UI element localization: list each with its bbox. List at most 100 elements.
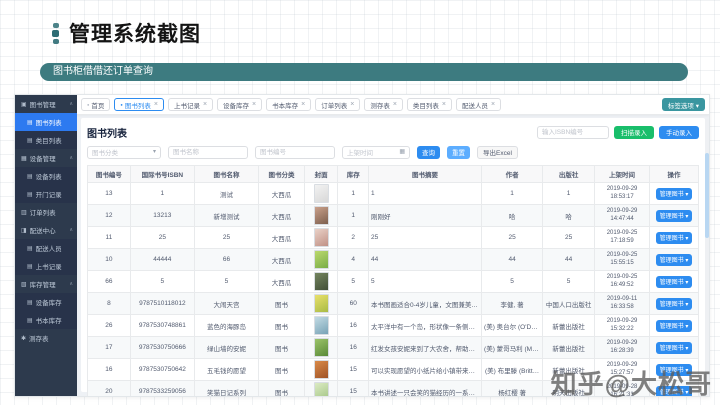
card-header-controls: 扫描录入 手动录入 [537, 125, 699, 139]
tab-dot-icon: ● [87, 101, 90, 107]
column-header: 库存 [337, 165, 369, 183]
cell-name: 五毛钱的愿望 [193, 358, 260, 381]
tab-书本库存[interactable]: 书本库存 × [266, 98, 312, 111]
cell-stock: 5 [337, 270, 369, 293]
cell-category: 图书 [258, 314, 305, 337]
close-icon[interactable]: × [491, 101, 495, 108]
cell-publisher: 25 [542, 226, 596, 249]
tab-label: 首页 [91, 102, 105, 110]
cell-author: 李健, 著 [481, 292, 544, 315]
book-cover-thumb [313, 360, 329, 379]
table-header-row: 图书编号 国际书号ISBN 图书名称 图书分类 封面 库存 图书摘要 作者 出版社 上架时间 操作 [87, 165, 699, 183]
title-bullet-icon [52, 22, 59, 44]
manage-book-button[interactable]: 管理图书 ▾ [655, 209, 693, 222]
category-select[interactable]: 图书分类 ▾ [87, 145, 161, 159]
cell-cover [303, 248, 339, 271]
close-icon[interactable]: × [154, 101, 158, 108]
cell-author: (美) 奥台尔 (O'Del… [481, 314, 544, 337]
manage-book-button[interactable]: 管理图书 ▾ [655, 275, 693, 288]
book-code-input[interactable] [255, 145, 335, 159]
cell-id: 10 [87, 248, 131, 271]
cell-summary: 本书讲述一只会笑的猫经历的一系列故事… [367, 380, 483, 396]
sidebar-item-label: 配送中心 [29, 228, 56, 235]
isbn-quick-input[interactable] [537, 125, 609, 139]
manage-book-button[interactable]: 管理图书 ▾ [655, 231, 693, 244]
tab-首页[interactable]: ● 首页 [81, 98, 111, 111]
scrollbar-thumb[interactable] [705, 153, 709, 238]
sidebar-item-配送人员[interactable]: ▤ 配送人员 [15, 239, 77, 257]
column-header: 出版社 [542, 165, 596, 183]
shelf-date-input[interactable]: 上架时间 ▦ [342, 145, 410, 159]
cell-time: 2019-09-25 16:49:52 [594, 270, 651, 293]
page-title: 管理系统截图 [69, 23, 201, 46]
close-icon[interactable]: × [252, 101, 256, 108]
sidebar-item-配送中心[interactable]: ◨ 配送中心 ∧ [15, 221, 77, 239]
sidebar-item-设备列表[interactable]: ▤ 设备列表 [15, 167, 77, 185]
cell-stock: 15 [337, 358, 369, 381]
tab-label: 配送人员 [462, 102, 488, 110]
book-cover-thumb [313, 382, 329, 396]
tab-类目列表[interactable]: 类目列表 × [406, 98, 452, 111]
book-name-input[interactable] [168, 145, 248, 159]
content-area: 图书列表 扫描录入 手动录入 图书分类 ▾ 上架时间 [77, 115, 709, 396]
close-icon[interactable]: × [393, 101, 397, 108]
cell-id: 16 [87, 358, 131, 381]
tab-测存表[interactable]: 测存表 × [364, 98, 403, 111]
slide-header: 管理系统截图 [52, 18, 201, 48]
manage-book-button[interactable]: 管理图书 ▾ [655, 341, 693, 354]
tab-上书记录[interactable]: 上书记录 × [167, 98, 214, 111]
sidebar-item-label: 设备列表 [35, 174, 62, 181]
sidebar-item-上书记录[interactable]: ▤ 上书记录 [15, 257, 77, 275]
close-icon[interactable]: × [442, 101, 446, 108]
cell-summary: 44 [367, 248, 483, 271]
doc-icon: ▤ [27, 137, 33, 144]
reset-button[interactable]: 重置 [447, 145, 470, 159]
cell-id: 12 [87, 204, 131, 227]
scan-entry-button[interactable]: 扫描录入 [614, 125, 654, 139]
manage-book-button[interactable]: 管理图书 ▾ [655, 187, 693, 200]
cell-publisher: 5 [542, 270, 596, 293]
sidebar-item-图书管理[interactable]: ▣ 图书管理 ∧ [15, 95, 77, 113]
table-row: 11 25 25 大西瓜 2 25 25 25 2019-09-25 17:18:59 管理图书 … [87, 226, 699, 249]
tab-设备库存[interactable]: 设备库存 × [217, 98, 263, 111]
export-excel-button[interactable]: 导出Excel [477, 145, 518, 159]
sidebar-item-库存管理[interactable]: ▧ 库存管理 ∧ [15, 275, 77, 293]
sidebar-item-书本库存[interactable]: ▤ 书本库存 [15, 311, 77, 329]
tab-订单列表[interactable]: 订单列表 × [315, 98, 361, 111]
manage-book-button[interactable]: 管理图书 ▾ [655, 319, 693, 332]
tab-图书列表[interactable]: ● 图书列表 × [114, 98, 164, 111]
cell-isbn: 9787530748861 [129, 314, 195, 337]
sidebar-item-订单列表[interactable]: ▥ 订单列表 [15, 203, 77, 221]
sidebar-item-开门记录[interactable]: ▤ 开门记录 [15, 185, 77, 203]
manual-entry-button[interactable]: 手动录入 [659, 125, 699, 139]
cell-action: 管理图书 ▾ [649, 248, 699, 271]
tab-配送人员[interactable]: 配送人员 × [456, 98, 502, 111]
query-button[interactable]: 查询 [417, 145, 440, 159]
cell-time: 2019-09-29 18:53:17 [594, 182, 651, 205]
book-list-card: 图书列表 扫描录入 手动录入 图书分类 ▾ 上架时间 [81, 118, 705, 396]
close-icon[interactable]: × [350, 101, 354, 108]
cell-time: 2019-09-25 17:18:59 [594, 226, 651, 249]
close-icon[interactable]: × [301, 101, 305, 108]
section-banner: 图书柜借借还订单查询 [40, 63, 688, 81]
book-cover-thumb [313, 184, 329, 203]
sidebar-item-图书列表[interactable]: ▤ 图书列表 [15, 113, 77, 131]
cell-cover [303, 358, 339, 381]
book-table: 图书编号 国际书号ISBN 图书名称 图书分类 封面 库存 图书摘要 作者 出版社 上架时间 操作 … [87, 165, 699, 396]
tab-options-button[interactable]: 标签选项 ▾ [661, 98, 705, 111]
tab-label: 测存表 [370, 102, 390, 110]
manage-book-button[interactable]: 管理图书 ▾ [655, 253, 693, 266]
close-icon[interactable]: × [203, 101, 207, 108]
cell-action: 管理图书 ▾ [649, 336, 699, 359]
manage-book-button[interactable]: 管理图书 ▾ [655, 297, 693, 310]
cell-summary: 1 [367, 182, 483, 205]
vertical-scrollbar[interactable] [705, 119, 709, 388]
cell-category: 大西瓜 [258, 182, 305, 205]
sidebar-item-类目列表[interactable]: ▤ 类目列表 [15, 131, 77, 149]
sidebar-item-设备库存[interactable]: ▤ 设备库存 [15, 293, 77, 311]
book-cover-thumb [313, 228, 329, 247]
sidebar-item-设备管理[interactable]: ▦ 设备管理 ∧ [15, 149, 77, 167]
cell-isbn: 13213 [129, 204, 195, 227]
cell-isbn: 9787510118012 [129, 292, 195, 315]
sidebar-item-测存表[interactable]: ✱ 测存表 [15, 329, 77, 347]
